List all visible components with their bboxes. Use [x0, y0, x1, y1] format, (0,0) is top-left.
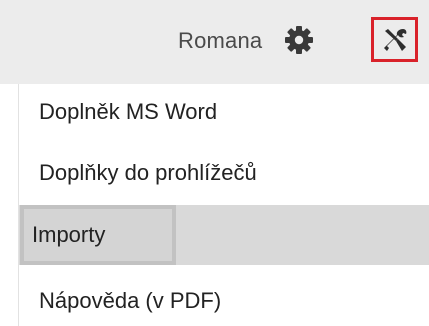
menu-item-imports[interactable]: Importy [19, 205, 429, 265]
tools-dropdown-menu: Doplněk MS Word Doplňky do prohlížečů Im… [18, 84, 429, 326]
app-root: Romana Doplněk MS Word Doplňky do prohlí… [0, 0, 429, 326]
menu-item-help-pdf[interactable]: Nápověda (v PDF) [19, 275, 429, 326]
tools-button[interactable] [371, 17, 418, 62]
gear-icon[interactable] [284, 25, 314, 55]
menu-item-browser-addons[interactable]: Doplňky do prohlížečů [19, 147, 429, 199]
top-toolbar: Romana [0, 0, 429, 84]
username-label[interactable]: Romana [178, 27, 262, 55]
menu-item-imports-label: Importy [20, 205, 176, 265]
menu-item-ms-word-addin[interactable]: Doplněk MS Word [19, 86, 429, 138]
tools-icon [384, 29, 407, 51]
